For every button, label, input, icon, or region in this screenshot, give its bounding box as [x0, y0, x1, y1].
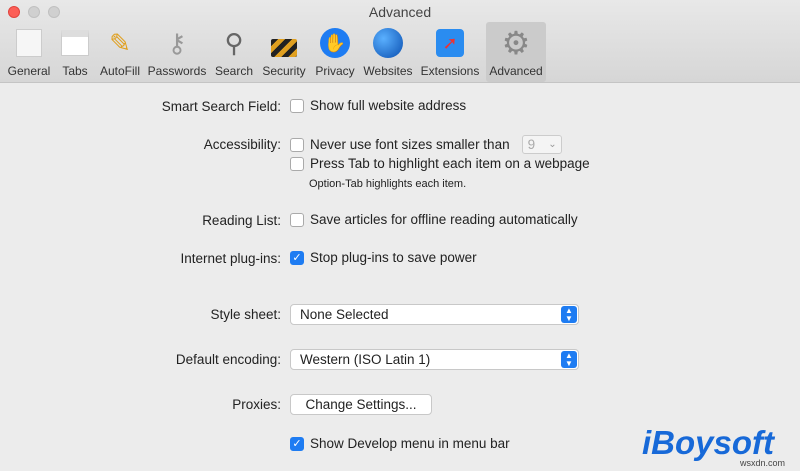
tab-label: Advanced	[489, 64, 543, 78]
font-size-select[interactable]: 9 ⌄	[521, 135, 562, 154]
change-settings-button[interactable]: Change Settings...	[290, 394, 432, 415]
window-title: Advanced	[368, 4, 432, 20]
tab-label: AutoFill	[99, 64, 140, 78]
encoding-label: Default encoding:	[175, 352, 281, 367]
checkbox-label: Save articles for offline reading automa…	[310, 212, 578, 227]
pencil-icon: ✎	[109, 27, 131, 58]
iboysoft-logo: iBoysoft	[642, 424, 774, 461]
style-sheet-label: Style sheet:	[210, 307, 281, 322]
tab-label: Passwords	[147, 64, 207, 78]
stop-plugins-checkbox[interactable]: ✓ Stop plug-ins to save power	[290, 250, 477, 265]
checkbox[interactable]	[290, 212, 304, 227]
tab-privacy[interactable]: ✋ Privacy	[313, 22, 357, 82]
tab-websites[interactable]: Websites	[361, 22, 415, 82]
tab-label: Privacy	[315, 64, 355, 78]
offline-reading-checkbox[interactable]: Save articles for offline reading automa…	[290, 212, 578, 227]
tabs-icon	[58, 26, 92, 60]
encoding-select[interactable]: Western (ISO Latin 1) ▲ ▼	[290, 349, 579, 370]
option-tab-hint: Option-Tab highlights each item.	[309, 178, 467, 190]
up-down-chevron-icon: ▲ ▼	[561, 351, 577, 368]
magnifier-icon: ⚲	[224, 27, 244, 58]
key-icon: ⚷	[167, 27, 187, 58]
chevron-down-icon: ⌄	[548, 139, 557, 150]
watermark-site: wsxdn.com	[740, 458, 786, 468]
tab-label: Websites	[363, 64, 413, 78]
checkmark-icon[interactable]: ✓	[290, 250, 304, 265]
select-value: Western (ISO Latin 1)	[300, 352, 431, 367]
show-full-address-checkbox[interactable]: Show full website address	[290, 98, 466, 113]
checkbox-label: Never use font sizes smaller than	[310, 137, 510, 152]
puzzle-compass-icon: ➚	[433, 26, 467, 60]
checkbox-label: Stop plug-ins to save power	[310, 250, 477, 265]
tab-passwords[interactable]: ⚷ Passwords	[147, 22, 207, 82]
tab-highlight-checkbox[interactable]: Press Tab to highlight each item on a we…	[290, 156, 590, 171]
general-switch-icon	[12, 26, 46, 60]
checkbox-label: Press Tab to highlight each item on a we…	[310, 156, 590, 171]
padlock-icon	[267, 26, 301, 60]
tab-search[interactable]: ⚲ Search	[211, 22, 257, 82]
checkbox[interactable]	[290, 98, 304, 113]
gear-icon: ⚙	[501, 25, 531, 61]
tab-label: Tabs	[62, 64, 88, 78]
tab-extensions[interactable]: ➚ Extensions	[419, 22, 481, 82]
font-size-value: 9	[527, 137, 536, 152]
checkbox-label: Show full website address	[310, 98, 467, 113]
tab-autofill[interactable]: ✎ AutoFill	[97, 22, 143, 82]
up-down-chevron-icon: ▲ ▼	[561, 306, 577, 323]
tab-security[interactable]: Security	[260, 22, 308, 82]
tab-label: Extensions	[420, 64, 480, 78]
smart-search-label: Smart Search Field:	[161, 99, 281, 114]
select-value: None Selected	[300, 307, 389, 322]
title-bar: Advanced General Tabs ✎ AutoFill ⚷ Passwor…	[0, 0, 800, 83]
style-sheet-select[interactable]: None Selected ▲ ▼	[290, 304, 579, 325]
tab-label: Security	[262, 64, 306, 78]
hand-icon: ✋	[318, 26, 352, 60]
tab-tabs[interactable]: Tabs	[56, 22, 94, 82]
plugins-label: Internet plug-ins:	[180, 251, 281, 266]
accessibility-label: Accessibility:	[203, 137, 281, 152]
tab-label: Search	[214, 64, 254, 78]
tab-label: General	[7, 64, 51, 78]
min-font-size-checkbox[interactable]: Never use font sizes smaller than 9 ⌄	[290, 135, 562, 154]
reading-list-label: Reading List:	[202, 213, 281, 228]
checkbox[interactable]	[290, 137, 304, 152]
develop-menu-checkbox[interactable]: ✓ Show Develop menu in menu bar	[290, 436, 510, 451]
proxies-label: Proxies:	[232, 397, 281, 412]
checkbox[interactable]	[290, 156, 304, 171]
tab-advanced[interactable]: ⚙ Advanced	[486, 22, 546, 82]
tab-general[interactable]: General	[5, 22, 53, 82]
checkbox-label: Show Develop menu in menu bar	[310, 436, 510, 451]
globe-icon	[371, 26, 405, 60]
checkmark-icon[interactable]: ✓	[290, 436, 304, 451]
